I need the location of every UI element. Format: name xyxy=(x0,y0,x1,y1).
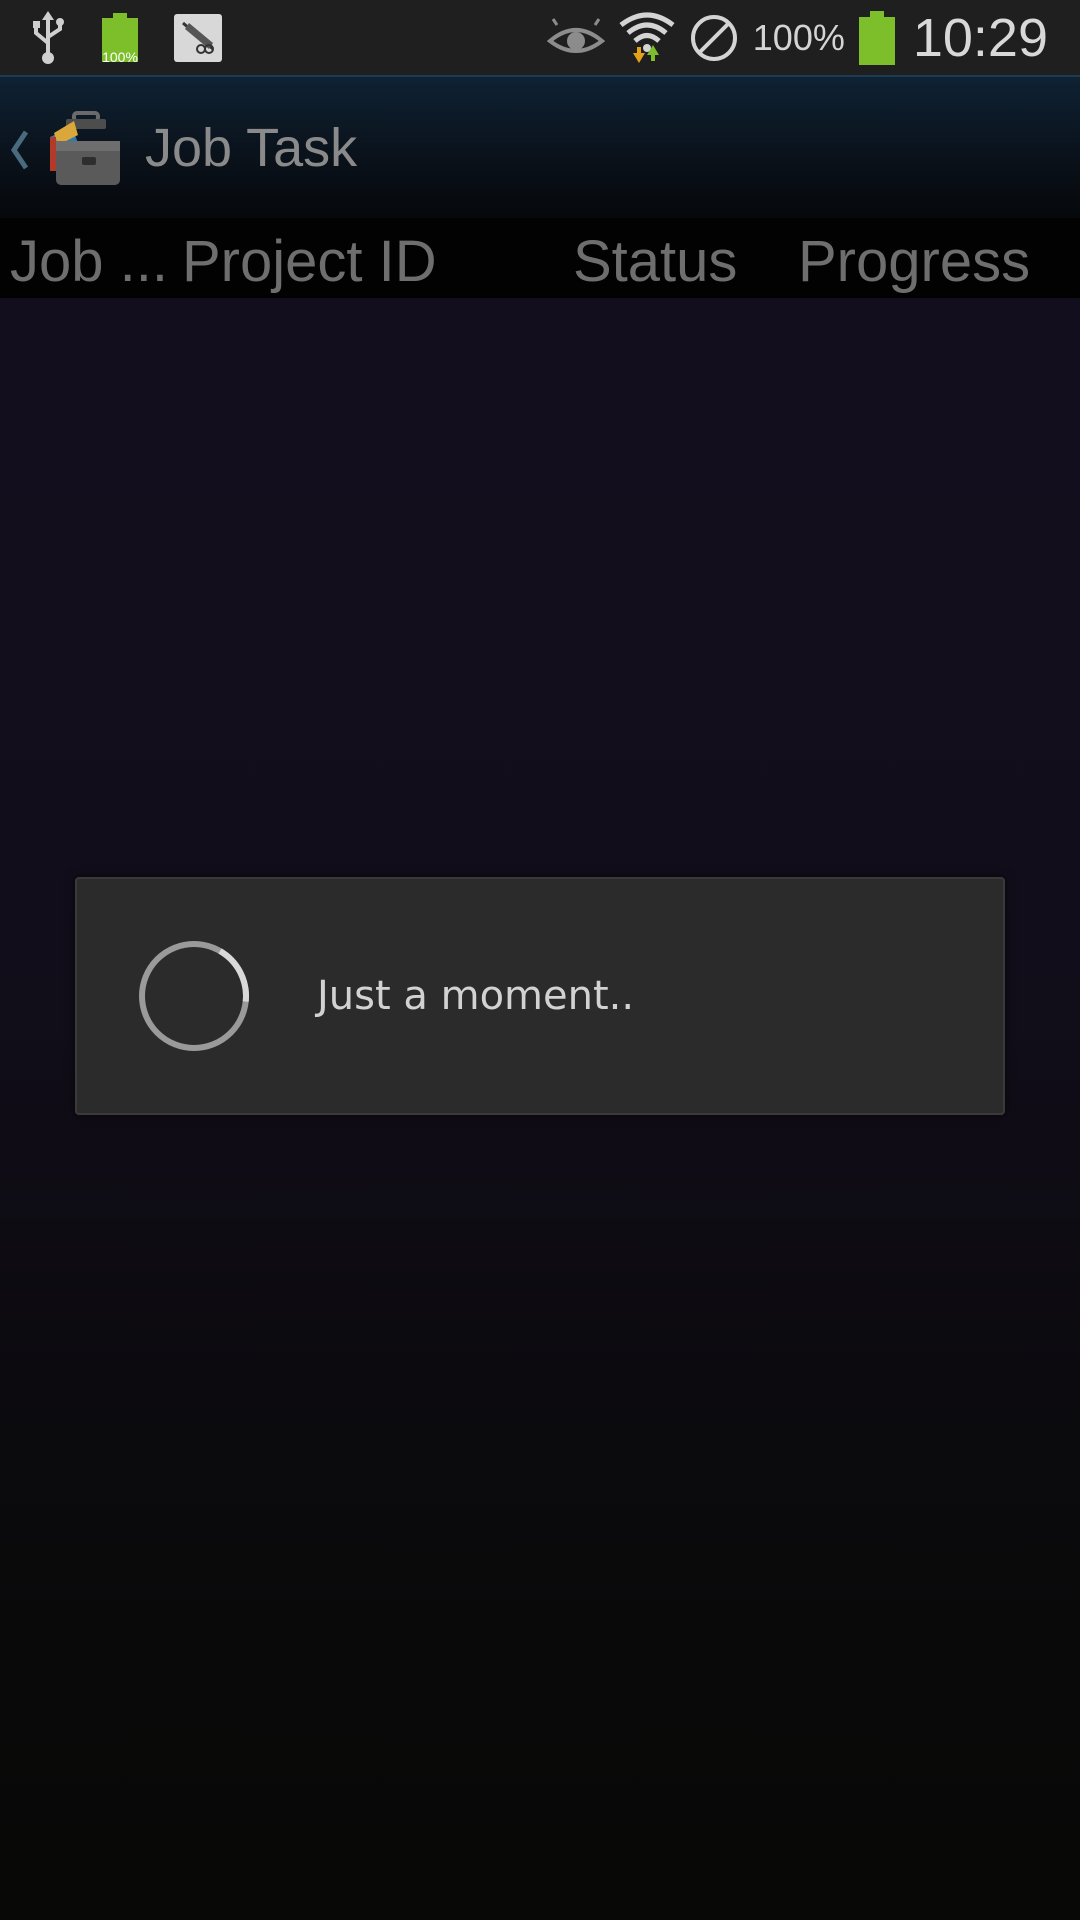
dialog-message: Just a moment.. xyxy=(317,973,635,1019)
toolbox-icon[interactable] xyxy=(44,107,126,189)
blocked-icon xyxy=(689,13,739,63)
battery-icon xyxy=(858,10,895,65)
status-bar: 100% 100% 10:29 xyxy=(0,0,1080,75)
column-header-status[interactable]: Status xyxy=(573,228,737,295)
wifi-icon xyxy=(619,11,675,65)
loading-spinner-icon xyxy=(139,941,249,1051)
action-bar: Job Task xyxy=(0,75,1080,218)
status-bar-system: 100% 10:29 xyxy=(546,0,1048,75)
battery-full-icon: 100% xyxy=(102,12,138,65)
chevron-left-icon[interactable] xyxy=(8,123,34,177)
eye-icon xyxy=(546,15,605,61)
loading-dialog: Just a moment.. xyxy=(75,877,1005,1115)
battery-percent: 100% xyxy=(752,16,845,58)
app-notification-icon xyxy=(174,13,222,62)
table-header: Job ... Project ID Status Progress xyxy=(0,218,1080,298)
status-bar-notifications: 100% xyxy=(30,0,222,75)
column-header-job[interactable]: Job ... xyxy=(10,228,168,295)
column-header-project-id[interactable]: Project ID xyxy=(182,228,437,295)
clock: 10:29 xyxy=(912,7,1048,68)
usb-icon xyxy=(30,10,66,65)
column-header-progress[interactable]: Progress xyxy=(798,228,1030,295)
small-battery-percent: 100% xyxy=(102,48,138,65)
page-title: Job Task xyxy=(145,118,358,178)
